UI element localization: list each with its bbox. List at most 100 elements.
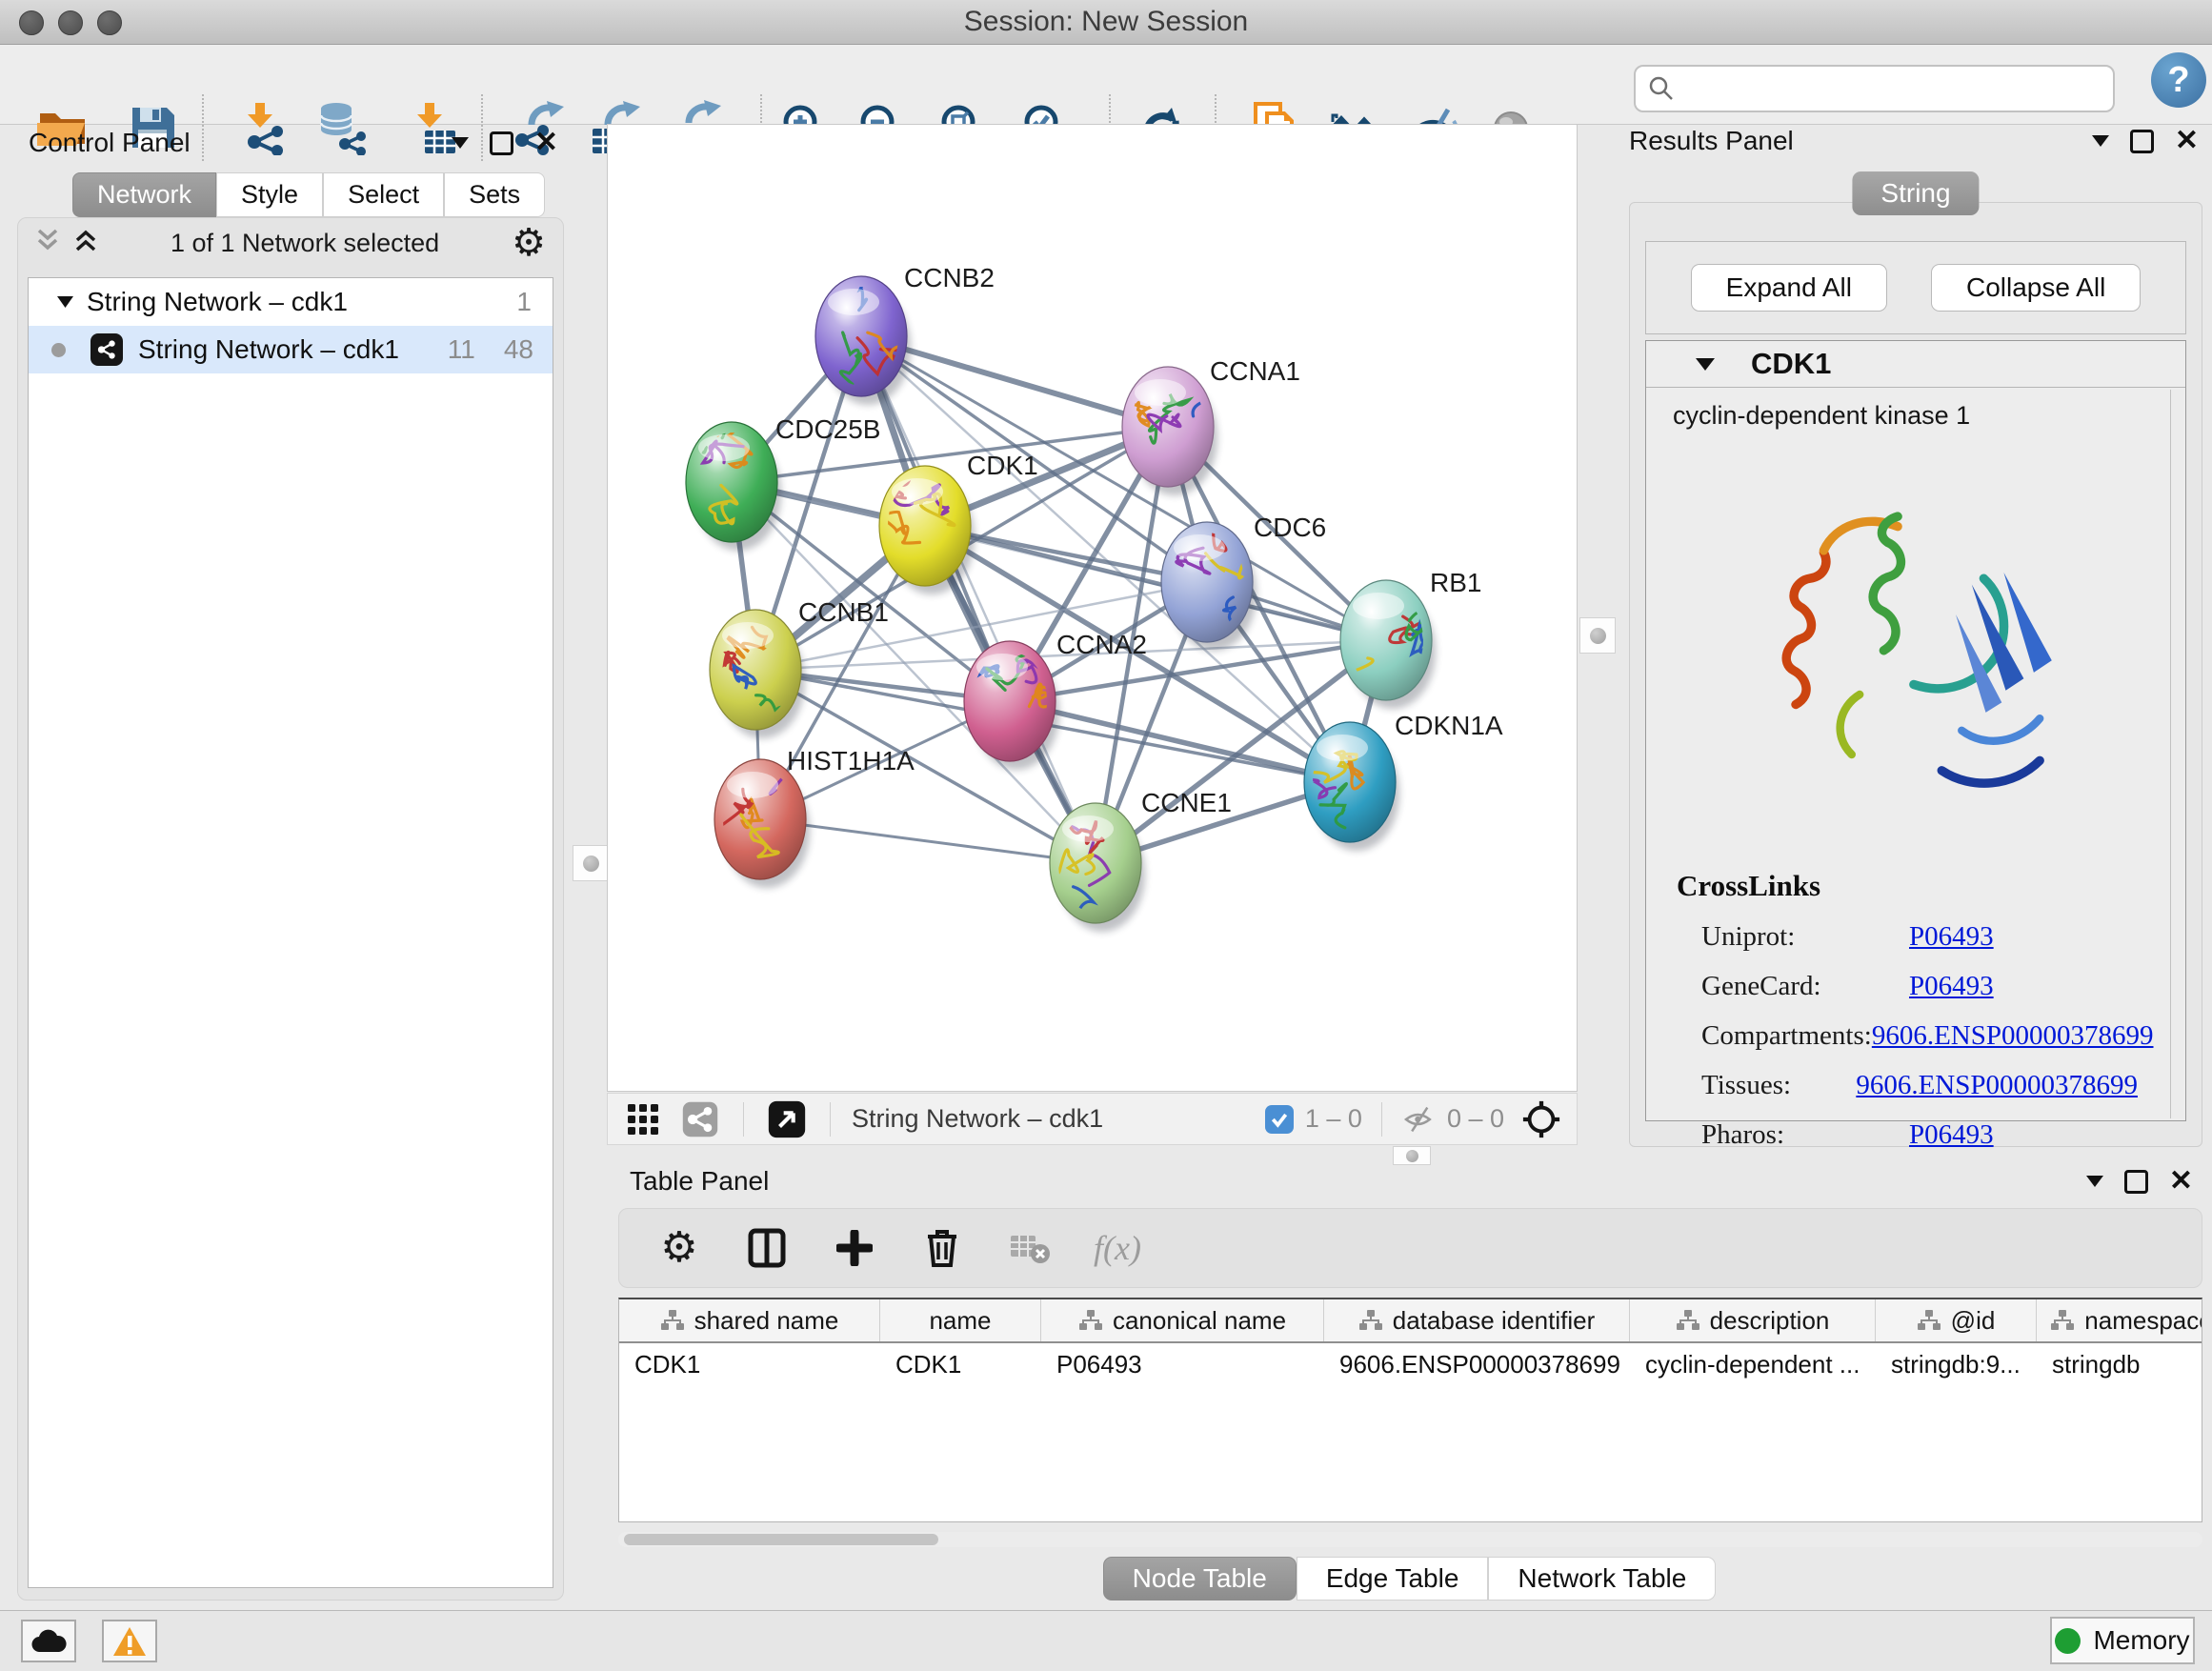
tab-network[interactable]: Network [72,172,216,217]
chevron-down-icon [452,137,469,149]
table-panel-menu-button[interactable] [2086,1176,2103,1187]
tab-network-table[interactable]: Network Table [1488,1557,1716,1601]
table-settings-gear-icon[interactable]: ⚙ [657,1226,701,1270]
edge-count: 48 [504,334,533,365]
scrollbar-thumb[interactable] [624,1534,938,1545]
table-cell[interactable]: stringdb [2037,1343,2202,1385]
column-header-description[interactable]: description [1630,1299,1876,1341]
delete-table-button[interactable] [1008,1226,1052,1270]
tab-select[interactable]: Select [323,172,444,217]
results-panel-menu-button[interactable] [2092,135,2109,147]
column-header-database-identifier[interactable]: database identifier [1324,1299,1630,1341]
expand-all-networks-button[interactable] [73,228,98,259]
collapse-all-button[interactable]: Collapse All [1931,264,2141,312]
birdseye-view-button[interactable] [765,1097,809,1141]
results-panel-float-button[interactable] [2130,130,2154,153]
network-panel-box: 1 of 1 Network selected ⚙ String Network… [17,217,564,1601]
crosslink-link[interactable]: 9606.ENSP00000378699 [1856,1070,2138,1101]
network-icon [90,333,123,366]
tab-string[interactable]: String [1852,171,1979,215]
crosslink-link[interactable]: P06493 [1909,921,1994,953]
table-cell[interactable]: P06493 [1041,1343,1324,1385]
crosslink-row: Pharos:P06493 [1677,1119,2138,1151]
double-chevron-up-icon [73,228,98,252]
control-panel-menu-button[interactable] [452,137,469,149]
column-header-namespace[interactable]: namespace [2037,1299,2202,1341]
fit-selected-button[interactable] [1519,1097,1563,1141]
table-horizontal-scrollbar [618,1532,2202,1547]
shared-column-icon [660,1309,685,1332]
crosslink-label: GeneCard: [1701,971,1909,1002]
node-table: shared namenamecanonical namedatabase id… [618,1298,2202,1522]
right-splitter-handle[interactable] [1579,617,1616,654]
network-view: CCNB2CCNA1CDC25BCDK1CDC6RB1CCNB1CCNA2CDK… [608,125,1577,1091]
cloud-status-button[interactable] [21,1620,76,1662]
delete-column-button[interactable] [920,1226,964,1270]
network-tree: String Network – cdk1 1 String Network –… [28,277,553,1588]
table-cell[interactable]: CDK1 [619,1343,880,1385]
memory-label: Memory [2093,1625,2189,1656]
node-label-HIST1H1A: HIST1H1A [787,746,915,775]
titlebar: Session: New Session [0,0,2212,45]
crosslink-link[interactable]: 9606.ENSP00000378699 [1872,1020,2154,1052]
network-collection-row[interactable]: String Network – cdk1 1 [29,278,553,326]
table-cell[interactable]: 9606.ENSP00000378699 [1324,1343,1630,1385]
card-scrollbar[interactable] [2170,390,2183,1118]
expand-all-button[interactable]: Expand All [1691,264,1887,312]
tab-node-table[interactable]: Node Table [1103,1557,1297,1601]
crosslink-label: Uniprot: [1701,921,1909,953]
grid-view-button[interactable] [621,1097,665,1141]
crosslink-label: Pharos: [1701,1119,1909,1151]
column-header-shared-name[interactable]: shared name [619,1299,880,1341]
tab-sets[interactable]: Sets [444,172,545,217]
search-input[interactable] [1685,73,2113,105]
node-label-CCNE1: CCNE1 [1141,788,1232,817]
apply-function-button[interactable]: f(x) [1096,1226,1139,1270]
table-cell[interactable]: cyclin-dependent ... [1630,1343,1876,1385]
warnings-button[interactable] [102,1620,157,1662]
control-panel-close-button[interactable]: ✕ [534,129,558,157]
collapse-all-networks-button[interactable] [35,228,60,259]
show-columns-button[interactable] [745,1226,789,1270]
table-cell[interactable]: CDK1 [880,1343,1041,1385]
create-column-button[interactable] [833,1226,876,1270]
network-canvas[interactable]: CCNB2CCNA1CDC25BCDK1CDC6RB1CCNB1CCNA2CDK… [607,124,1578,1092]
table-panel-close-button[interactable]: ✕ [2169,1167,2193,1196]
memory-button[interactable]: Memory [2050,1617,2195,1664]
grid-icon [626,1102,660,1137]
crosslink-link[interactable]: P06493 [1909,1119,1994,1151]
network-row-selected[interactable]: String Network – cdk1 11 48 [29,326,553,373]
string-results-box: Expand All Collapse All CDK1 cyclin-depe… [1629,202,2202,1147]
node-label-CDC6: CDC6 [1254,513,1326,542]
network-view-statusbar: String Network – cdk1 1 – 0 0 – 0 [607,1093,1578,1145]
tab-edge-table[interactable]: Edge Table [1297,1557,1489,1601]
left-splitter-handle[interactable] [573,845,609,881]
tab-style[interactable]: Style [216,172,323,217]
control-panel-float-button[interactable] [490,131,513,155]
control-panel-tabs: Network Style Select Sets [72,172,545,217]
network-panel-gear-icon[interactable]: ⚙ [512,224,546,262]
chevron-down-icon [2086,1176,2103,1187]
table-row[interactable]: CDK1CDK1P064939606.ENSP00000378699cyclin… [619,1343,2202,1385]
shared-column-icon [1917,1309,1941,1332]
help-button[interactable]: ? [2151,52,2206,108]
crosslink-link[interactable]: P06493 [1909,971,1994,1002]
current-network-name: String Network – cdk1 [852,1104,1103,1134]
selected-items-checkbox[interactable] [1265,1105,1294,1134]
window-title: Session: New Session [0,0,2212,44]
chevron-down-icon [2092,135,2109,147]
column-header-canonical-name[interactable]: canonical name [1041,1299,1324,1341]
network-view-button[interactable] [678,1097,722,1141]
column-header-name[interactable]: name [880,1299,1041,1341]
bottom-splitter-handle[interactable] [1393,1146,1431,1165]
results-panel-close-button[interactable]: ✕ [2175,127,2199,155]
table-panel-float-button[interactable] [2124,1170,2148,1194]
column-header--id[interactable]: @id [1876,1299,2037,1341]
table-cell[interactable]: stringdb:9... [1876,1343,2037,1385]
node-card-header[interactable]: CDK1 [1646,341,2185,388]
node-label-CCNB2: CCNB2 [904,263,995,292]
plus-icon [836,1230,873,1266]
node-card-body: cyclin-dependent kinase 1 [1646,388,2185,1120]
network-edge-CCNB2-CCNE1[interactable] [861,336,1096,863]
network-edge-HIST1H1A-CCNE1[interactable] [760,819,1096,863]
